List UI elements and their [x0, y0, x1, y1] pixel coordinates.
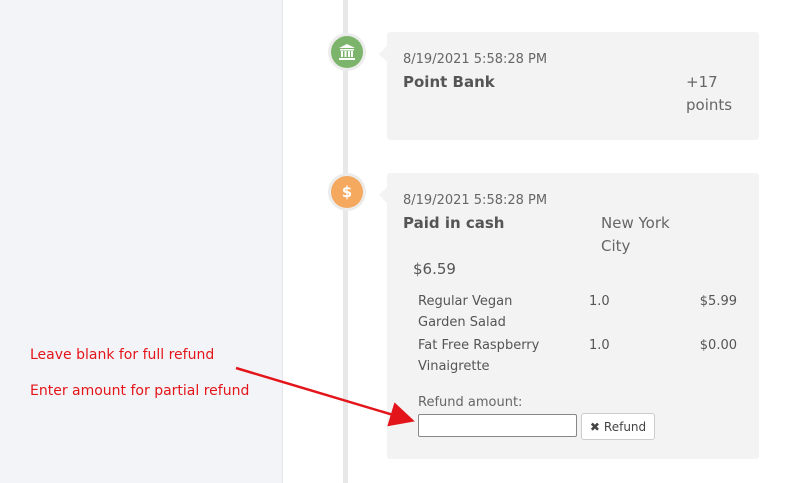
annotation-arrow: [235, 366, 415, 427]
